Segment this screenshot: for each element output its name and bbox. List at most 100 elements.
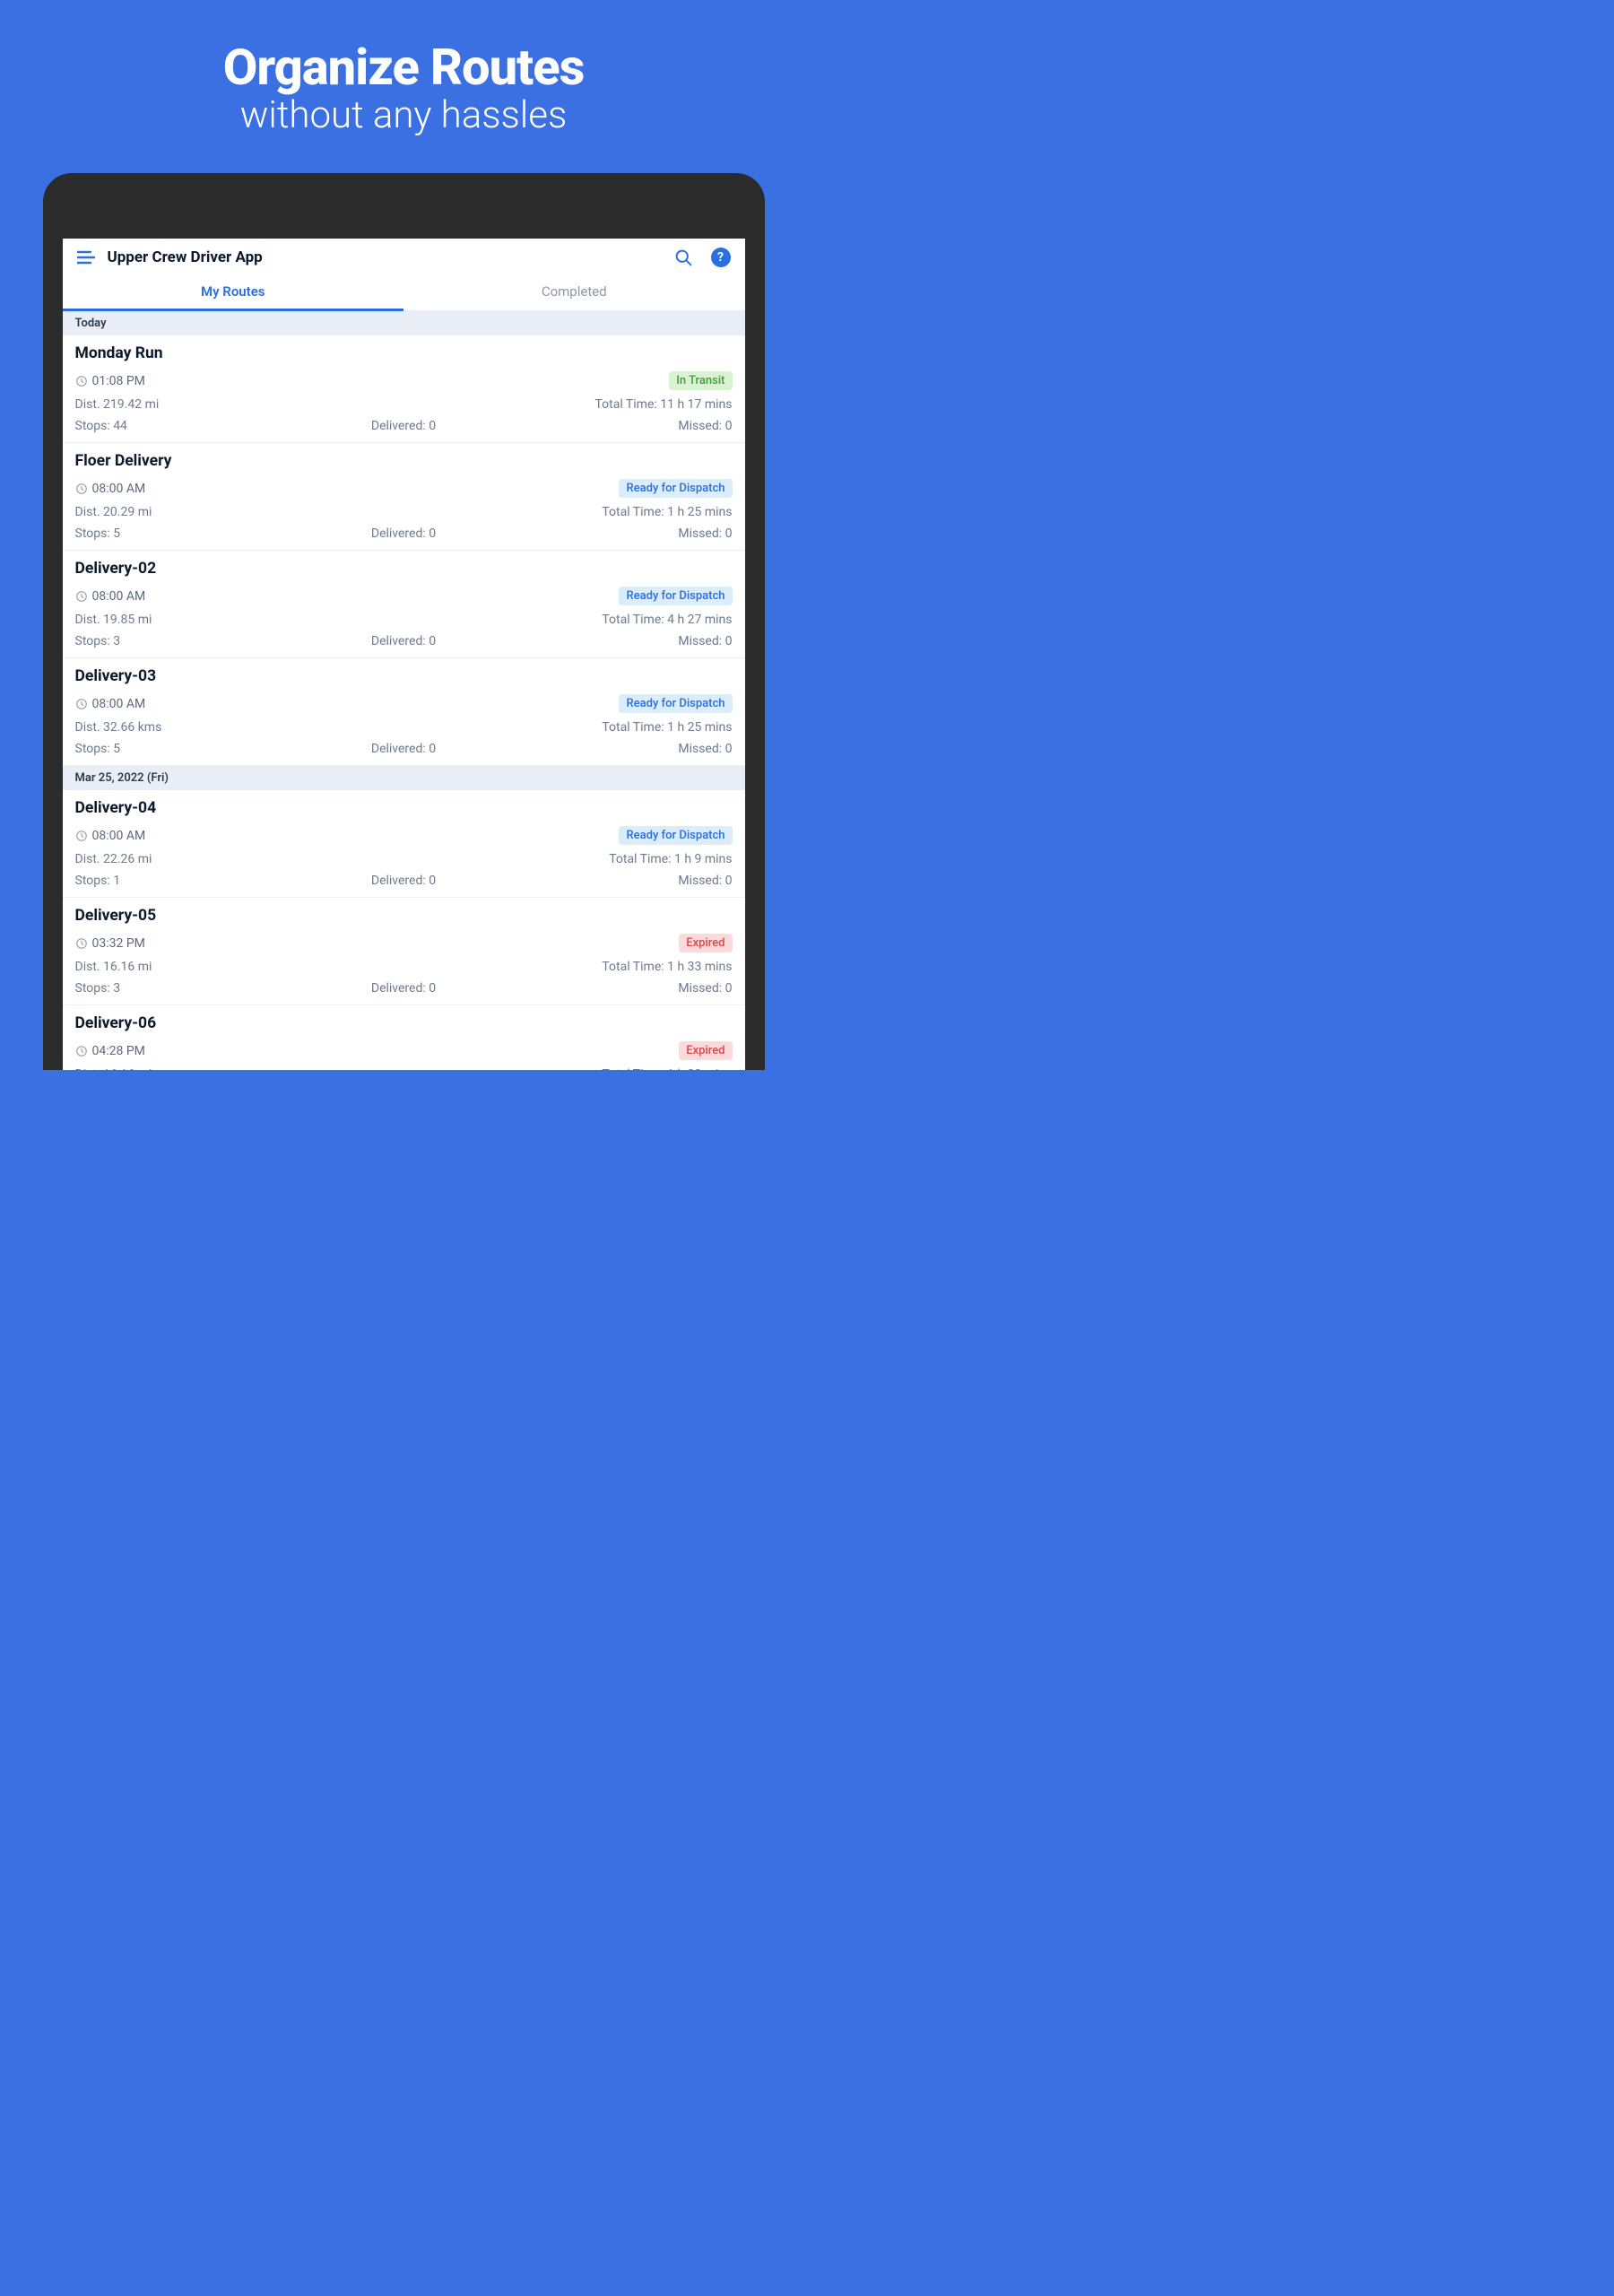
route-time-row: 03:32 PM Expired — [75, 930, 733, 956]
route-title: Delivery-05 — [75, 907, 733, 925]
device-frame: Upper Crew Driver App ? My Routes Comple… — [43, 173, 765, 1070]
route-distance: Dist. 219.42 mi — [75, 397, 404, 412]
route-card[interactable]: Delivery-02 08:00 AM Ready for Dispatch Dis… — [63, 551, 745, 658]
route-time: 08:00 AM — [92, 589, 146, 604]
hero: Organize Routes without any hassles — [0, 0, 807, 137]
route-stops-row: Stops: 5Delivered: 0Missed: 0 — [75, 523, 733, 544]
route-title: Delivery-06 — [75, 1014, 733, 1032]
route-time: 03:32 PM — [92, 936, 145, 951]
route-delivered: Delivered: 0 — [294, 419, 513, 433]
route-missed: Missed: 0 — [513, 419, 732, 433]
clock-icon — [75, 698, 88, 710]
hamburger-icon[interactable] — [77, 250, 95, 265]
route-time: 08:00 AM — [92, 482, 146, 496]
tabs: My Routes Completed — [63, 274, 745, 311]
route-title: Delivery-03 — [75, 667, 733, 685]
route-stops: Stops: 3 — [75, 981, 294, 996]
app-title: Upper Crew Driver App — [108, 248, 662, 266]
route-delivered: Delivered: 0 — [294, 981, 513, 996]
route-total-time: Total Time: 1 h 25 mins — [404, 505, 733, 519]
route-dist-row: Dist. 22.26 miTotal Time: 1 h 9 mins — [75, 848, 733, 870]
route-dist-row: Dist. 32.66 kmsTotal Time: 1 h 25 mins — [75, 717, 733, 738]
route-distance: Dist. 20.29 mi — [75, 505, 404, 519]
route-list[interactable]: Today Monday Run 01:08 PM In Transit Dist. 2… — [63, 311, 745, 1070]
route-title: Monday Run — [75, 344, 733, 362]
route-dist-row: Dist. 19.85 miTotal Time: 4 h 27 mins — [75, 609, 733, 631]
route-distance: Dist. 19.85 mi — [75, 613, 404, 627]
status-badge: Ready for Dispatch — [619, 694, 732, 713]
route-stops: Stops: 5 — [75, 742, 294, 756]
route-total-time: Total Time: 4 h 27 mins — [404, 613, 733, 627]
route-missed: Missed: 0 — [513, 634, 732, 648]
route-stops: Stops: 44 — [75, 419, 294, 433]
route-time-row: 08:00 AM Ready for Dispatch — [75, 822, 733, 848]
route-stops: Stops: 1 — [75, 874, 294, 888]
app-header: Upper Crew Driver App ? — [63, 239, 745, 274]
route-title: Delivery-04 — [75, 799, 733, 817]
tab-my-routes[interactable]: My Routes — [63, 274, 404, 311]
route-distance: Dist. 22.26 mi — [75, 852, 404, 866]
route-delivered: Delivered: 0 — [294, 742, 513, 756]
route-card[interactable]: Floer Delivery 08:00 AM Ready for Dispatch… — [63, 443, 745, 551]
route-time-row: 01:08 PM In Transit — [75, 368, 733, 394]
help-button[interactable]: ? — [711, 248, 731, 267]
route-dist-row: Dist. 16.16 miTotal Time: 1 h 33 mins — [75, 956, 733, 978]
status-badge: Expired — [679, 934, 732, 952]
status-badge: Ready for Dispatch — [619, 826, 732, 845]
route-total-time: Total Time: 1 h 9 mins — [404, 852, 733, 866]
route-distance: Dist. 16.16 mi — [75, 960, 404, 974]
route-time: 08:00 AM — [92, 829, 146, 843]
clock-icon — [75, 937, 88, 950]
clock-icon — [75, 483, 88, 495]
route-dist-row: Dist. 219.42 miTotal Time: 11 h 17 mins — [75, 394, 733, 415]
route-time-row: 08:00 AM Ready for Dispatch — [75, 475, 733, 501]
route-missed: Missed: 0 — [513, 874, 732, 888]
route-missed: Missed: 0 — [513, 526, 732, 541]
route-dist-row: Dist. 16.16 miTotal Time: 1 h 33 mins — [75, 1064, 733, 1070]
route-title: Delivery-02 — [75, 560, 733, 578]
route-time-row: 08:00 AMReady for Dispatch — [75, 691, 733, 717]
route-card[interactable]: Delivery-05 03:32 PM Expired Dist. 16.16 mi… — [63, 898, 745, 1005]
route-delivered: Delivered: 0 — [294, 526, 513, 541]
section-header: Mar 25, 2022 (Fri) — [63, 766, 745, 790]
route-stops-row: Stops: 3Delivered: 0Missed: 0 — [75, 978, 733, 999]
route-dist-row: Dist. 20.29 miTotal Time: 1 h 25 mins — [75, 501, 733, 523]
route-stops: Stops: 3 — [75, 634, 294, 648]
status-badge: Ready for Dispatch — [619, 479, 732, 498]
route-missed: Missed: 0 — [513, 981, 732, 996]
search-icon[interactable] — [674, 248, 693, 267]
app-screen: Upper Crew Driver App ? My Routes Comple… — [63, 239, 745, 1070]
hero-subtitle: without any hassles — [0, 93, 807, 137]
route-stops: Stops: 5 — [75, 526, 294, 541]
route-time-row: 04:28 PM Expired — [75, 1038, 733, 1064]
route-total-time: Total Time: 1 h 25 mins — [404, 720, 733, 735]
route-distance: Dist. 32.66 kms — [75, 720, 404, 735]
route-total-time: Total Time: 1 h 33 mins — [404, 1067, 733, 1070]
route-time: 01:08 PM — [92, 374, 145, 388]
route-card[interactable]: Monday Run 01:08 PM In Transit Dist. 219.42… — [63, 335, 745, 443]
route-stops-row: Stops: 5Delivered: 0Missed: 0 — [75, 738, 733, 760]
route-stops-row: Stops: 3Delivered: 0Missed: 0 — [75, 631, 733, 652]
route-card[interactable]: Delivery-0308:00 AMReady for DispatchDis… — [63, 658, 745, 766]
route-card[interactable]: Delivery-06 04:28 PM Expired Dist. 16.16 mi… — [63, 1005, 745, 1070]
route-delivered: Delivered: 0 — [294, 634, 513, 648]
route-time-row: 08:00 AM Ready for Dispatch — [75, 583, 733, 609]
clock-icon — [75, 375, 88, 387]
status-badge: In Transit — [669, 371, 732, 390]
hero-title: Organize Routes — [0, 38, 807, 97]
route-total-time: Total Time: 1 h 33 mins — [404, 960, 733, 974]
clock-icon — [75, 590, 88, 603]
route-total-time: Total Time: 11 h 17 mins — [404, 397, 733, 412]
route-distance: Dist. 16.16 mi — [75, 1067, 404, 1070]
route-delivered: Delivered: 0 — [294, 874, 513, 888]
status-badge: Expired — [679, 1041, 732, 1060]
tab-completed[interactable]: Completed — [404, 274, 745, 311]
section-header: Today — [63, 311, 745, 335]
clock-icon — [75, 830, 88, 842]
route-missed: Missed: 0 — [513, 742, 732, 756]
status-badge: Ready for Dispatch — [619, 587, 732, 605]
route-title: Floer Delivery — [75, 452, 733, 470]
route-stops-row: Stops: 1Delivered: 0Missed: 0 — [75, 870, 733, 891]
route-card[interactable]: Delivery-04 08:00 AM Ready for Dispatch Dis… — [63, 790, 745, 898]
route-time: 04:28 PM — [92, 1044, 145, 1058]
